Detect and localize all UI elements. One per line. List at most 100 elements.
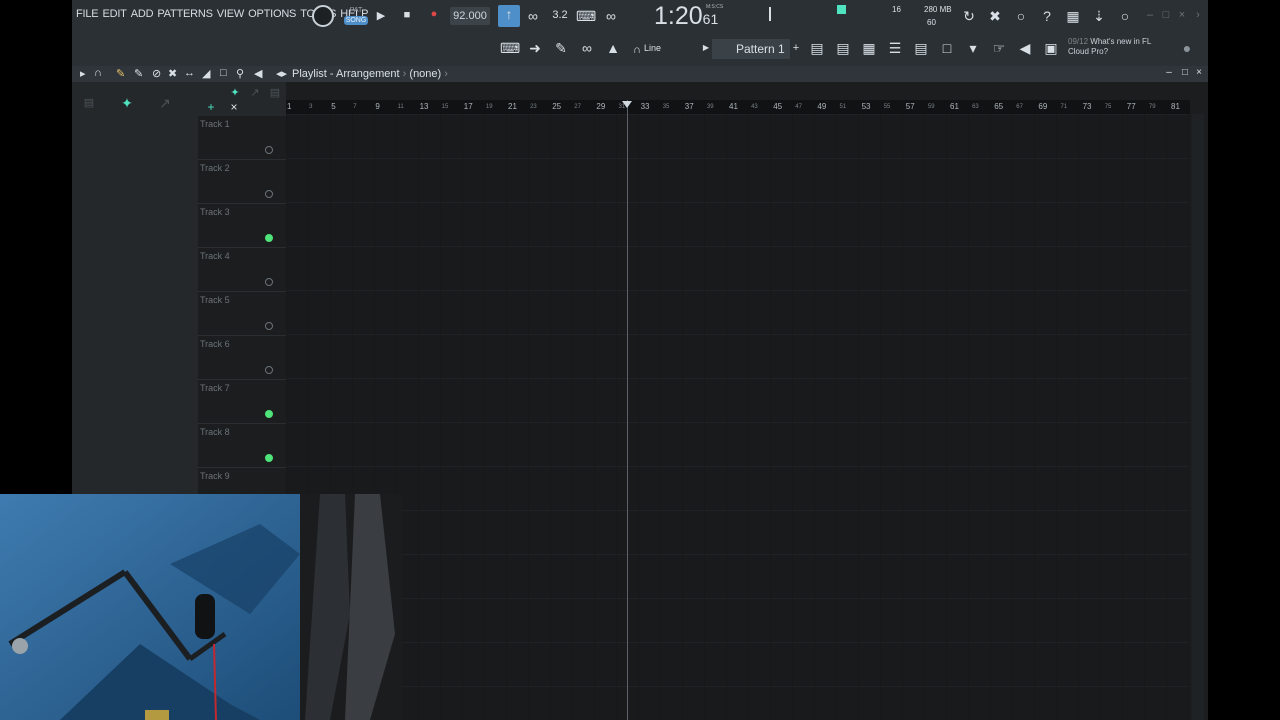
track-enable-toggle[interactable] [265,410,273,418]
pat-mode-toggle[interactable]: PAT [344,6,368,15]
add-pattern-button[interactable]: + [790,42,802,54]
hint-line1: What's new in FL [1090,37,1152,46]
export-icon[interactable]: ⇣ [1090,7,1108,25]
dark-mode-icon[interactable]: ◀ [1016,39,1034,57]
add-track-icon[interactable]: + [202,98,220,116]
wait-record-icon[interactable]: ∞ [524,7,542,25]
playlist-icon[interactable]: ▤ [808,39,826,57]
menu-edit[interactable]: EDIT [102,8,126,20]
playlist-minimize-button[interactable]: – [1164,67,1174,78]
track-row[interactable]: Track 2 [198,160,286,204]
track-label: Track 1 [200,119,230,129]
piano-roll-window-icon[interactable]: ▤ [834,39,852,57]
step-size[interactable]: 3.2 [550,9,570,21]
ruler-tick: 3 [309,104,313,110]
arrangement-name[interactable]: (none) [409,68,441,80]
track-row[interactable]: Track 3 [198,204,286,248]
slip-tool-icon[interactable]: ↔ [184,67,195,79]
vertical-scrollbar[interactable] [1192,114,1204,720]
menu-view[interactable]: VIEW [217,8,245,20]
chevron-right-icon[interactable]: › [1192,9,1204,21]
metronome-icon[interactable]: ↑ [498,5,520,27]
playhead-marker[interactable] [622,101,632,108]
stop-button[interactable]: ■ [400,9,414,21]
playback-tool-icon[interactable]: ◀ [254,67,262,80]
ruler-tick: 55 [883,104,891,110]
project-files-icon[interactable]: □ [938,39,956,57]
touch-controller-icon[interactable]: ☞ [990,39,1008,57]
track-row[interactable]: Track 5 [198,292,286,336]
browser-icon[interactable]: ▤ [912,39,930,57]
track-row[interactable]: Track 7 [198,380,286,424]
paint-tool-icon[interactable]: ✎ [134,67,143,80]
mute-tool-icon[interactable]: ✖ [168,67,177,80]
select-tool-icon[interactable]: □ [220,67,227,79]
track-enable-toggle[interactable] [265,366,273,374]
track-enable-toggle[interactable] [265,322,273,330]
microphone-icon[interactable]: ○ [1012,7,1030,25]
cpu-bar [769,7,771,21]
track-enable-toggle[interactable] [265,454,273,462]
help-icon[interactable]: ? [1038,7,1056,25]
track-enable-toggle[interactable] [265,278,273,286]
channel-rack-icon[interactable]: ▦ [860,39,878,57]
track-row[interactable]: Track 8 [198,424,286,468]
link-icon[interactable]: ∞ [578,39,596,57]
remove-track-icon[interactable]: × [225,98,243,116]
track-row[interactable]: Track 6 [198,336,286,380]
menu-options[interactable]: OPTIONS [248,8,296,20]
close-button[interactable]: × [1176,9,1188,21]
track-row[interactable]: Track 1 [198,116,286,160]
title-arrow-icon[interactable]: ◂▸ [276,67,287,80]
ruler-tick: 61 [950,102,959,111]
menu-patterns[interactable]: PATTERNS [157,8,213,20]
snap-label[interactable]: Line [644,43,661,53]
plugin-icon[interactable]: ▾ [964,39,982,57]
save-icon[interactable]: ▦ [1064,7,1082,25]
typing-keyboard-icon[interactable]: ⌨ [576,7,596,25]
track-enable-toggle[interactable] [265,190,273,198]
minimize-button[interactable]: – [1144,9,1156,21]
arrangement-grid[interactable] [286,114,1190,720]
zoom-tool-icon[interactable]: ⚲ [236,67,244,80]
loop-record-icon[interactable]: ∞ [602,7,620,25]
ruler-tick: 69 [1038,102,1048,111]
timeline-ruler[interactable]: 1 3 5 7 9 11 13 15 17 19 21 23 25 27 29 31 33 35 37 39 41 43 4… [286,100,1190,114]
pencil-icon[interactable]: ✎ [552,39,570,57]
draw-tool-icon[interactable]: ✎ [116,67,125,80]
grid-icon[interactable]: ▤ [266,84,284,102]
piano-roll-icon[interactable]: ⌨ [500,39,520,57]
refresh-icon[interactable]: ↻ [960,7,978,25]
playlist-menu-arrow[interactable]: ▸ [80,67,86,80]
chat-icon[interactable]: ○ [1116,7,1134,25]
restore-button[interactable]: □ [1160,9,1172,21]
audio-picker-icon[interactable]: ✦ [118,94,136,112]
menu-file[interactable]: FILE [76,8,99,20]
stamp-icon[interactable]: ▲ [604,39,622,57]
record-button[interactable]: ● [427,8,441,20]
magnet-tool-icon[interactable]: ∩ [94,67,102,79]
track-enable-toggle[interactable] [265,146,273,154]
tempo-display[interactable]: 92.000 [450,7,490,25]
patterns-picker-icon[interactable]: ▤ [80,94,98,112]
master-volume-knob[interactable] [312,5,334,27]
automation-picker-icon[interactable]: ↗ [156,94,174,112]
slice-tool-icon[interactable]: ◢ [202,67,210,80]
globe-icon[interactable]: ● [1178,39,1196,57]
menu-add[interactable]: ADD [131,8,154,20]
pattern-prev-arrow[interactable]: ▶ [702,43,710,52]
arrow-right-icon[interactable]: ➜ [526,39,544,57]
playlist-maximize-button[interactable]: □ [1180,67,1190,78]
play-button[interactable]: ▶ [374,9,388,22]
pattern-selector[interactable]: Pattern 1 [712,39,790,59]
shop-icon[interactable]: ▣ [1042,39,1060,57]
delete-tool-icon[interactable]: ⊘ [152,67,161,80]
song-mode-toggle[interactable]: SONG [344,16,368,25]
mixer-icon[interactable]: ☰ [886,39,904,57]
scissors-icon[interactable]: ✖ [986,7,1004,25]
track-row[interactable]: Track 4 [198,248,286,292]
news-hint[interactable]: 09/12 What's new in FL Cloud Pro? [1068,37,1151,57]
track-enable-toggle[interactable] [265,234,273,242]
playlist-close-button[interactable]: × [1194,67,1204,78]
curve-icon[interactable]: ↗ [246,84,264,102]
